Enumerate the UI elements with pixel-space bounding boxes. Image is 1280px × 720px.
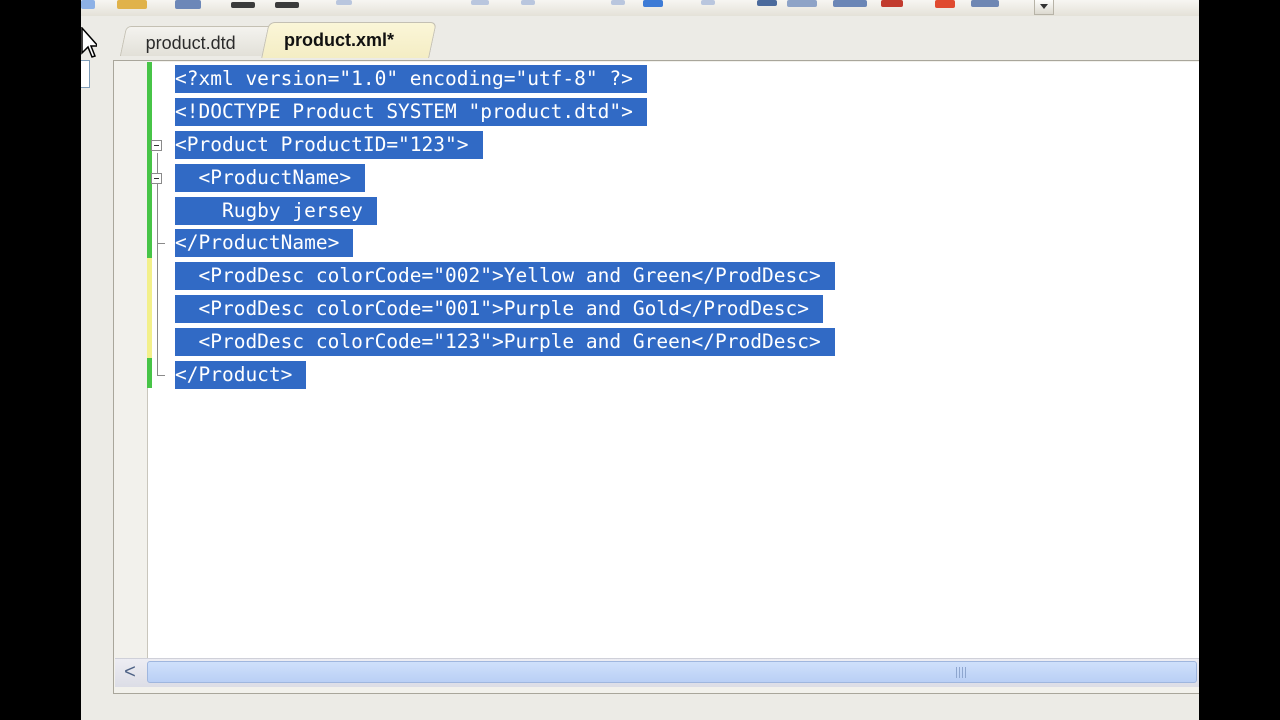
toolbar-button[interactable] — [336, 0, 352, 5]
scroll-left-chevron-icon[interactable]: < — [115, 659, 145, 687]
toolbar-button[interactable] — [787, 0, 817, 7]
toolbar-button[interactable] — [231, 2, 255, 8]
document-tabs: product.dtd product.xml* — [81, 16, 1199, 58]
tab-label: product.dtd — [145, 33, 236, 53]
toolbar-button[interactable] — [757, 0, 777, 6]
change-bar-unsaved — [147, 258, 152, 358]
toolbar-button[interactable] — [701, 0, 715, 5]
change-bar-saved — [147, 62, 152, 258]
code-line[interactable]: <Product ProductID="123"> — [175, 131, 483, 159]
toolbar — [81, 0, 1199, 17]
delete-icon[interactable] — [935, 0, 955, 8]
code-line[interactable]: Rugby jersey — [175, 197, 377, 225]
toolbar-button[interactable] — [643, 0, 663, 7]
change-bar-saved — [147, 358, 152, 388]
code-line[interactable]: <?xml version="1.0" encoding="utf-8" ?> — [175, 65, 647, 93]
toolbar-button[interactable] — [275, 2, 299, 8]
tab-product-xml[interactable]: product.xml* — [261, 22, 437, 58]
code-line[interactable]: </ProductName> — [175, 229, 354, 257]
screen-border — [1199, 0, 1280, 720]
code-line[interactable]: <!DOCTYPE Product SYSTEM "product.dtd"> — [175, 98, 647, 126]
toolbar-button[interactable] — [81, 0, 95, 9]
code-line[interactable]: </Product> — [175, 361, 307, 389]
tab-product-dtd[interactable]: product.dtd — [119, 26, 277, 56]
scroll-thumb[interactable] — [147, 661, 1197, 683]
toolbar-button[interactable] — [175, 0, 201, 9]
toolbar-button[interactable] — [611, 0, 625, 5]
scroll-grip-icon — [956, 667, 968, 678]
mouse-pointer-icon — [81, 27, 97, 58]
tab-label: product.xml* — [284, 30, 395, 50]
code-line[interactable]: <ProdDesc colorCode="002">Yellow and Gre… — [175, 262, 835, 290]
toolbar-button[interactable] — [971, 0, 999, 7]
horizontal-scrollbar[interactable]: < — [115, 658, 1199, 687]
code-line[interactable]: <ProdDesc colorCode="123">Purple and Gre… — [175, 328, 835, 356]
toolbar-overflow-chevron-icon[interactable] — [1034, 0, 1054, 15]
editor-gutter — [115, 62, 148, 658]
cut-icon[interactable] — [881, 0, 903, 7]
toolbar-button[interactable] — [117, 0, 147, 9]
fold-guide — [157, 153, 158, 375]
collapse-icon[interactable] — [151, 173, 162, 184]
collapse-icon[interactable] — [151, 140, 162, 151]
toolbar-button[interactable] — [471, 0, 489, 5]
xml-editor-window: product.dtd product.xml* <?xml version="… — [81, 0, 1199, 720]
side-panel-edge — [81, 60, 90, 88]
code-line[interactable]: <ProductName> — [175, 164, 366, 192]
fold-end-marker — [157, 375, 165, 376]
toolbar-button[interactable] — [833, 0, 867, 7]
toolbar-button[interactable] — [521, 0, 535, 5]
code-line[interactable]: <ProdDesc colorCode="001">Purple and Gol… — [175, 295, 823, 323]
fold-end-marker — [157, 243, 165, 244]
